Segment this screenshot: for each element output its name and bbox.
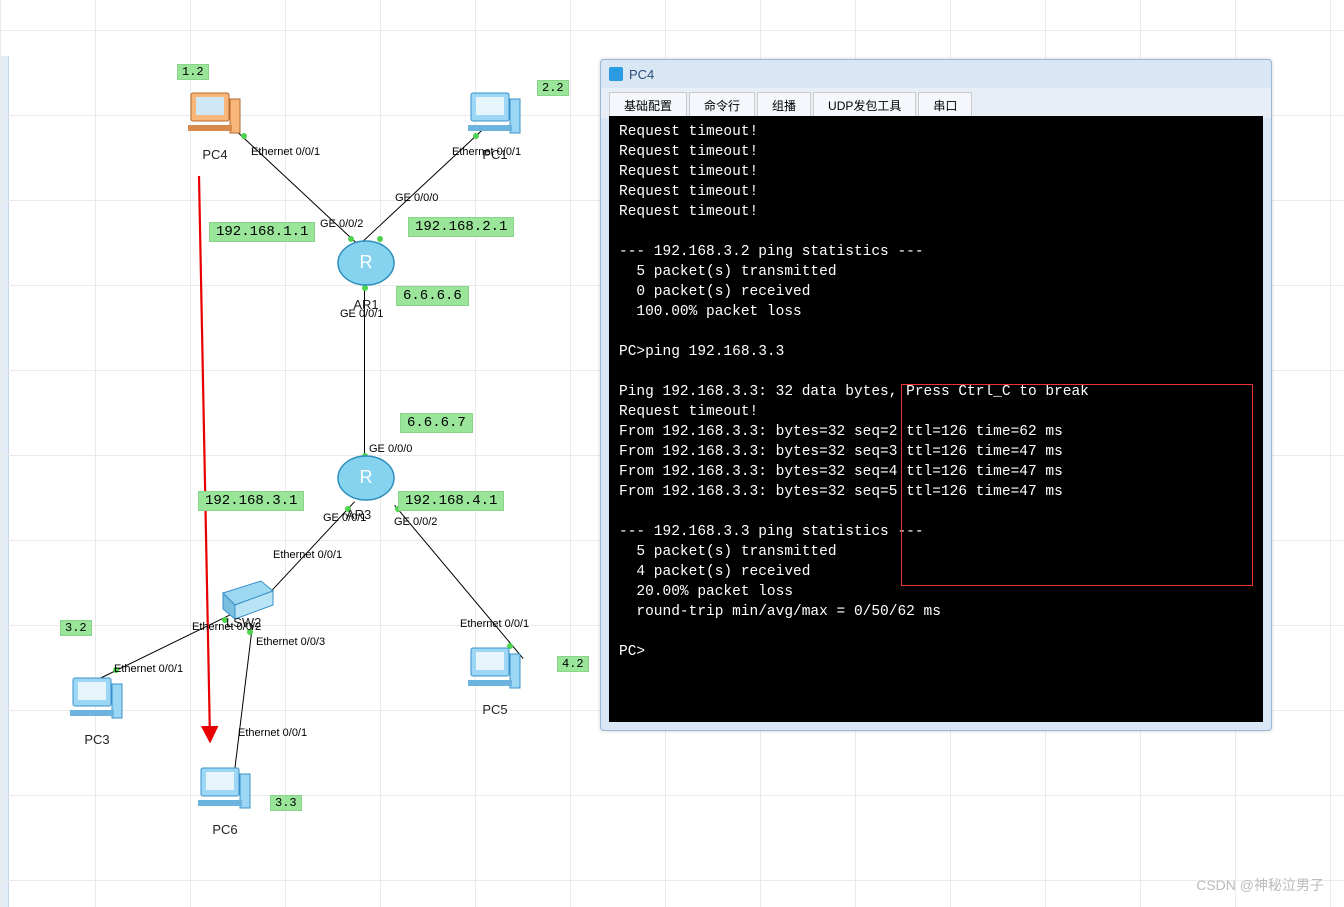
- terminal-tabs: 基础配置 命令行 组播 UDP发包工具 串口: [601, 88, 1271, 118]
- tab-basic-config[interactable]: 基础配置: [609, 92, 687, 118]
- port-pc5: Ethernet 0/0/1: [460, 618, 529, 630]
- window-titlebar[interactable]: PC4: [601, 60, 1271, 88]
- svg-text:R: R: [360, 467, 373, 487]
- port-pc1: Ethernet 0/0/1: [452, 146, 521, 158]
- node-label: PC5: [460, 702, 530, 717]
- port-pc6: Ethernet 0/0/1: [238, 727, 307, 739]
- workspace: PC4 PC1 R AR1 R AR3 LSW2 PC3 PC6 PC5 1.2…: [0, 0, 1344, 907]
- ip-ar1-right: 192.168.2.1: [408, 217, 514, 237]
- pc-icon: [609, 67, 623, 81]
- port-ar3-g2: GE 0/0/2: [394, 516, 437, 528]
- port-ar3-g1: GE 0/0/1: [323, 512, 366, 524]
- port-lsw-e2: Ethernet 0/0/2: [192, 621, 261, 633]
- port-lsw-e1: Ethernet 0/0/1: [273, 549, 342, 561]
- tab-multicast[interactable]: 组播: [757, 92, 811, 118]
- watermark: CSDN @神秘泣男子: [1196, 875, 1324, 895]
- ip-ar1-loop: 6.6.6.6: [396, 286, 469, 306]
- node-pc4[interactable]: PC4: [180, 85, 250, 162]
- node-lsw2[interactable]: LSW2: [216, 575, 280, 626]
- window-title: PC4: [629, 67, 654, 82]
- port-pc4: Ethernet 0/0/1: [251, 146, 320, 158]
- terminal-window[interactable]: PC4 基础配置 命令行 组播 UDP发包工具 串口 Request timeo…: [600, 59, 1272, 731]
- tab-udp-tool[interactable]: UDP发包工具: [813, 92, 916, 118]
- port-ar1-g1: GE 0/0/1: [340, 308, 383, 320]
- port-lsw-e3: Ethernet 0/0/3: [256, 636, 325, 648]
- tab-cli[interactable]: 命令行: [689, 92, 755, 118]
- node-label: PC4: [180, 147, 250, 162]
- svg-text:R: R: [360, 252, 373, 272]
- highlight-box: [901, 384, 1253, 586]
- ip-pc3: 3.2: [60, 620, 92, 636]
- ip-ar3-right: 192.168.4.1: [398, 491, 504, 511]
- node-pc6[interactable]: PC6: [190, 760, 260, 837]
- port-pc3: Ethernet 0/0/1: [114, 663, 183, 675]
- node-ar3[interactable]: R AR3: [334, 450, 398, 510]
- port-ar1-g2: GE 0/0/2: [320, 218, 363, 230]
- ip-ar3-top: 6.6.6.7: [400, 413, 473, 433]
- ip-pc4: 1.2: [177, 64, 209, 80]
- ip-pc1: 2.2: [537, 80, 569, 96]
- ip-pc6: 3.3: [270, 795, 302, 811]
- node-label: PC6: [190, 822, 260, 837]
- node-pc5[interactable]: PC5: [460, 640, 530, 717]
- node-ar1[interactable]: R AR1: [334, 235, 398, 312]
- port-ar1-g0: GE 0/0/0: [395, 192, 438, 204]
- tab-serial[interactable]: 串口: [918, 92, 972, 118]
- node-pc3[interactable]: PC3: [62, 670, 132, 747]
- ip-ar1-left: 192.168.1.1: [209, 222, 315, 242]
- port-ar3-g0: GE 0/0/0: [369, 443, 412, 455]
- node-label: PC3: [62, 732, 132, 747]
- ip-pc5: 4.2: [557, 656, 589, 672]
- ip-ar3-left: 192.168.3.1: [198, 491, 304, 511]
